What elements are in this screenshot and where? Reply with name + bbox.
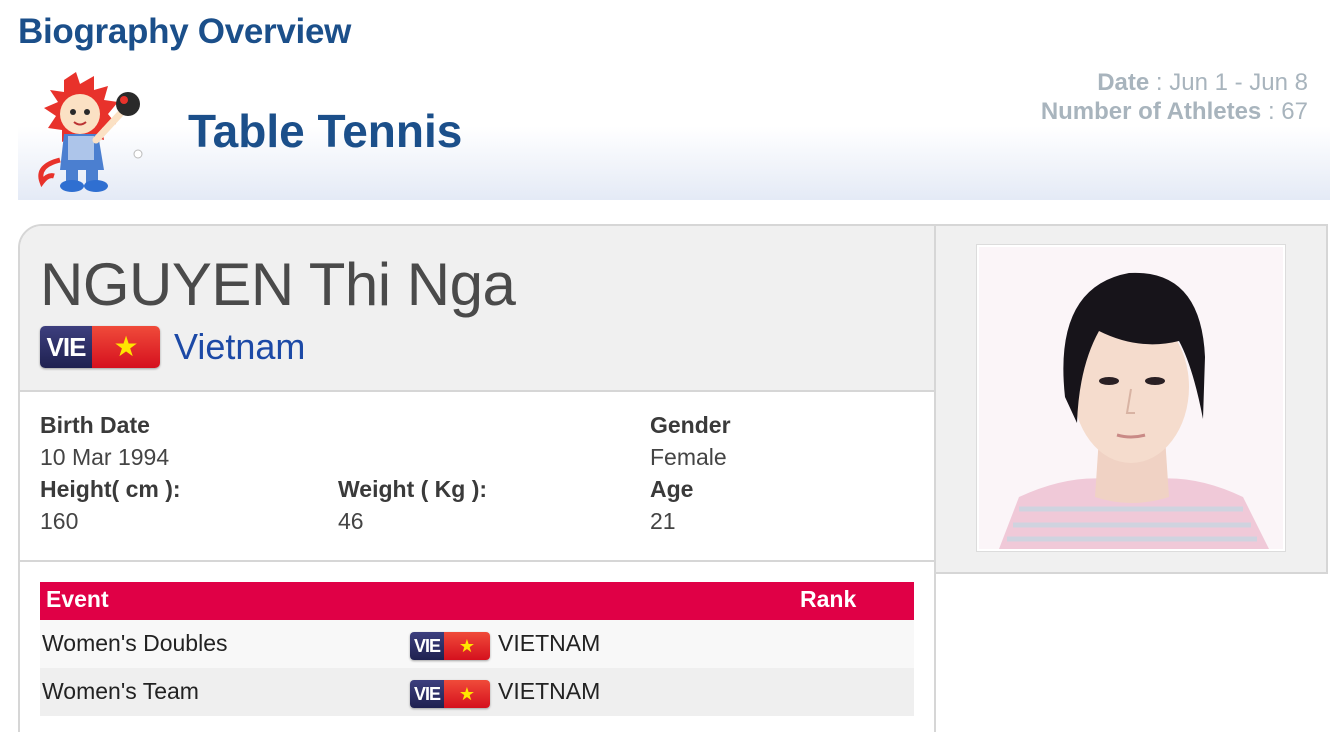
athlete-photo-panel bbox=[936, 224, 1328, 574]
event-meta: Date : Jun 1 - Jun 8 Number of Athletes … bbox=[1041, 68, 1308, 126]
gender-label: Gender bbox=[650, 412, 731, 438]
event-country: VIETNAM bbox=[498, 678, 601, 704]
country-link[interactable]: Vietnam bbox=[174, 326, 305, 368]
athlete-count-separator: : bbox=[1261, 98, 1282, 125]
table-row: Women's Team VIE ★ VIETNAM bbox=[40, 668, 914, 716]
rank-column-header: Rank bbox=[800, 586, 857, 612]
date-separator: : bbox=[1149, 69, 1170, 96]
athlete-name: NGUYEN Thi Nga bbox=[40, 251, 516, 318]
athlete-photo-frame bbox=[976, 244, 1286, 552]
date-value: Jun 1 - Jun 8 bbox=[1169, 69, 1308, 96]
birth-date-label: Birth Date bbox=[40, 412, 150, 438]
events-table: Event Rank Women's Doubles VIE ★ VIETNAM… bbox=[40, 582, 914, 716]
section-divider bbox=[20, 560, 934, 562]
flag-code: VIE bbox=[410, 632, 444, 660]
vietnam-flag-icon: VIE ★ bbox=[410, 632, 490, 660]
table-row: Women's Doubles VIE ★ VIETNAM bbox=[40, 620, 914, 668]
vietnam-flag-icon: VIE ★ bbox=[410, 680, 490, 708]
weight-value: 46 bbox=[338, 508, 364, 534]
athlete-count-value: 67 bbox=[1281, 98, 1308, 125]
weight-label: Weight ( Kg ): bbox=[338, 476, 488, 502]
gender-value: Female bbox=[650, 444, 727, 470]
event-country: VIETNAM bbox=[498, 630, 601, 656]
birth-date-value: 10 Mar 1994 bbox=[40, 444, 170, 470]
athlete-count-line: Number of Athletes : 67 bbox=[1041, 97, 1308, 126]
events-table-header: Event Rank bbox=[40, 582, 914, 620]
date-line: Date : Jun 1 - Jun 8 bbox=[1041, 68, 1308, 97]
height-value: 160 bbox=[40, 508, 79, 534]
flag-star-icon: ★ bbox=[444, 632, 490, 660]
vietnam-flag-icon: VIE ★ bbox=[40, 326, 160, 368]
flag-code: VIE bbox=[410, 680, 444, 708]
event-name: Women's Team bbox=[42, 678, 199, 704]
page-title: Biography Overview bbox=[18, 12, 352, 51]
flag-code: VIE bbox=[40, 326, 92, 368]
age-label: Age bbox=[650, 476, 694, 502]
flag-star-icon: ★ bbox=[92, 326, 160, 368]
athlete-count-label: Number of Athletes bbox=[1040, 98, 1262, 125]
event-column-header: Event bbox=[46, 586, 109, 612]
age-value: 21 bbox=[650, 508, 676, 534]
athlete-photo bbox=[979, 247, 1283, 549]
height-label: Height( cm ): bbox=[40, 476, 181, 502]
event-name: Women's Doubles bbox=[42, 630, 228, 656]
date-label: Date bbox=[1097, 69, 1150, 96]
flag-star-icon: ★ bbox=[444, 680, 490, 708]
profile-header: NGUYEN Thi Nga VIE ★ Vietnam bbox=[20, 226, 934, 392]
sport-banner: Table Tennis Date : Jun 1 - Jun 8 Number… bbox=[18, 66, 1330, 200]
country-row: VIE ★ Vietnam bbox=[40, 326, 305, 368]
lion-mascot-icon bbox=[38, 72, 143, 192]
athlete-profile-card: NGUYEN Thi Nga VIE ★ Vietnam Birth Date … bbox=[18, 224, 936, 732]
sport-title: Table Tennis bbox=[188, 105, 463, 157]
